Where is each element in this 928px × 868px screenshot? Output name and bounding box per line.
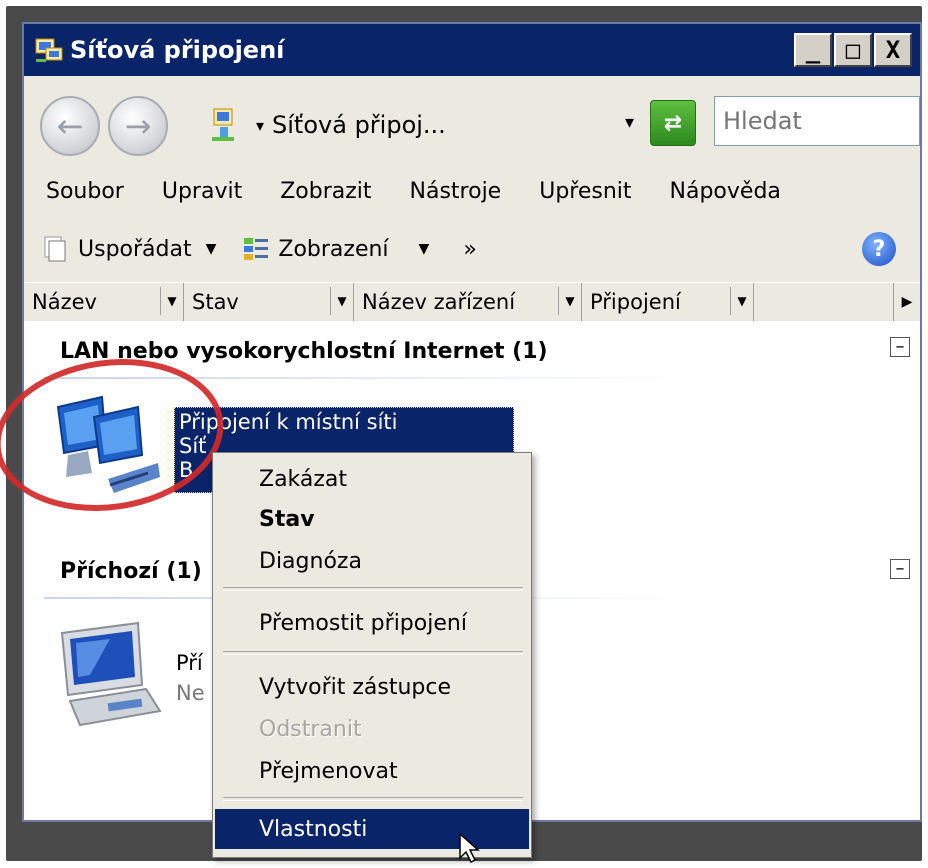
ctx-create-shortcut[interactable]: Vytvořit zástupce — [215, 667, 529, 707]
back-button[interactable]: ← — [40, 96, 100, 156]
column-empty: ▶ — [754, 283, 920, 321]
ctx-rename[interactable]: Přejmenovat — [215, 751, 529, 791]
column-filter-icon[interactable]: ▼ — [730, 287, 753, 315]
ctx-separator — [223, 651, 523, 655]
menu-help[interactable]: Nápověda — [670, 179, 781, 204]
column-name-label: Název — [32, 290, 97, 314]
incoming-connection-status: Ne — [176, 681, 205, 705]
more-label: » — [463, 236, 477, 262]
views-icon — [242, 235, 270, 263]
forward-button[interactable]: → — [108, 96, 168, 156]
column-filter-icon[interactable]: ▼ — [160, 287, 183, 315]
address-text: Síťová připoj... — [272, 111, 446, 139]
ctx-separator — [223, 587, 523, 591]
collapse-icon[interactable]: – — [890, 337, 910, 357]
collapse-icon[interactable]: – — [890, 559, 910, 579]
group-title-incoming: Příchozí (1) — [60, 559, 202, 584]
column-header-row: Název ▼ Stav ▼ Název zařízení ▼ Připojen… — [24, 282, 920, 322]
menu-bar: Soubor Upravit Zobrazit Nástroje Upřesni… — [24, 166, 920, 216]
column-name[interactable]: Název ▼ — [24, 283, 184, 321]
column-status[interactable]: Stav ▼ — [184, 283, 354, 321]
column-device-name-label: Název zařízení — [362, 290, 516, 314]
maximize-button[interactable]: □ — [834, 33, 872, 67]
context-menu: Zakázat Stav Diagnóza Přemostit připojen… — [212, 452, 532, 858]
organize-button[interactable]: Uspořádat ▼ — [42, 235, 216, 263]
chevron-down-icon: ▼ — [418, 241, 430, 257]
address-field[interactable]: ▾ Síťová připoj... ▾ — [210, 96, 644, 154]
column-connection-label: Připojení — [590, 290, 681, 314]
mouse-cursor-icon — [458, 832, 484, 868]
back-arrow-icon: ← — [56, 107, 84, 145]
network-folder-icon — [210, 107, 244, 143]
address-dropdown-icon[interactable]: ▾ — [625, 112, 634, 133]
column-device-name[interactable]: Název zařízení ▼ — [354, 283, 582, 321]
scroll-right-icon[interactable]: ▶ — [893, 283, 920, 321]
refresh-button[interactable]: ⇄ — [650, 100, 696, 146]
menu-tools[interactable]: Nástroje — [410, 179, 502, 204]
ctx-separator — [223, 797, 523, 801]
ctx-bridge[interactable]: Přemostit připojení — [215, 603, 529, 643]
ctx-delete: Odstranit — [259, 716, 362, 742]
address-bar: ← → ▾ Síťová připoj... ▾ ⇄ — [24, 76, 920, 167]
menu-file[interactable]: Soubor — [46, 179, 124, 204]
window-title: Síťová připojení — [70, 36, 285, 64]
menu-view[interactable]: Zobrazit — [280, 179, 371, 204]
network-connections-icon — [34, 35, 64, 65]
computer-icon — [50, 615, 170, 739]
help-icon: ? — [872, 236, 886, 262]
more-button[interactable]: » — [463, 237, 476, 262]
column-status-label: Stav — [192, 290, 239, 314]
column-filter-icon[interactable]: ▼ — [558, 287, 581, 315]
organize-label: Uspořádat — [78, 236, 192, 262]
column-connection[interactable]: Připojení ▼ — [582, 283, 754, 321]
close-button[interactable]: X — [874, 33, 912, 67]
ctx-diagnose[interactable]: Diagnóza — [215, 541, 529, 581]
organize-icon — [42, 235, 70, 263]
lan-connection-name: Připojení k místní síti — [179, 410, 398, 434]
menu-edit[interactable]: Upravit — [162, 179, 242, 204]
toolbar: Uspořádat ▼ Zobrazení ▼ » ? — [24, 216, 920, 282]
search-input[interactable] — [714, 96, 920, 146]
views-button[interactable]: Zobrazení ▼ — [242, 235, 429, 263]
incoming-connection-name: Pří — [176, 651, 203, 675]
chevron-down-icon: ▼ — [205, 241, 217, 257]
refresh-icon: ⇄ — [663, 110, 683, 136]
breadcrumb-arrow-icon[interactable]: ▾ — [256, 116, 264, 135]
forward-arrow-icon: → — [124, 107, 152, 145]
views-label: Zobrazení — [278, 236, 389, 262]
ctx-disable[interactable]: Zakázat — [215, 459, 529, 499]
help-button[interactable]: ? — [862, 232, 896, 266]
minimize-button[interactable]: _ — [794, 33, 832, 67]
ctx-status[interactable]: Stav — [215, 499, 529, 539]
title-bar[interactable]: Síťová připojení _ □ X — [24, 24, 920, 76]
menu-advanced[interactable]: Upřesnit — [539, 179, 631, 204]
column-filter-icon[interactable]: ▼ — [330, 287, 353, 315]
